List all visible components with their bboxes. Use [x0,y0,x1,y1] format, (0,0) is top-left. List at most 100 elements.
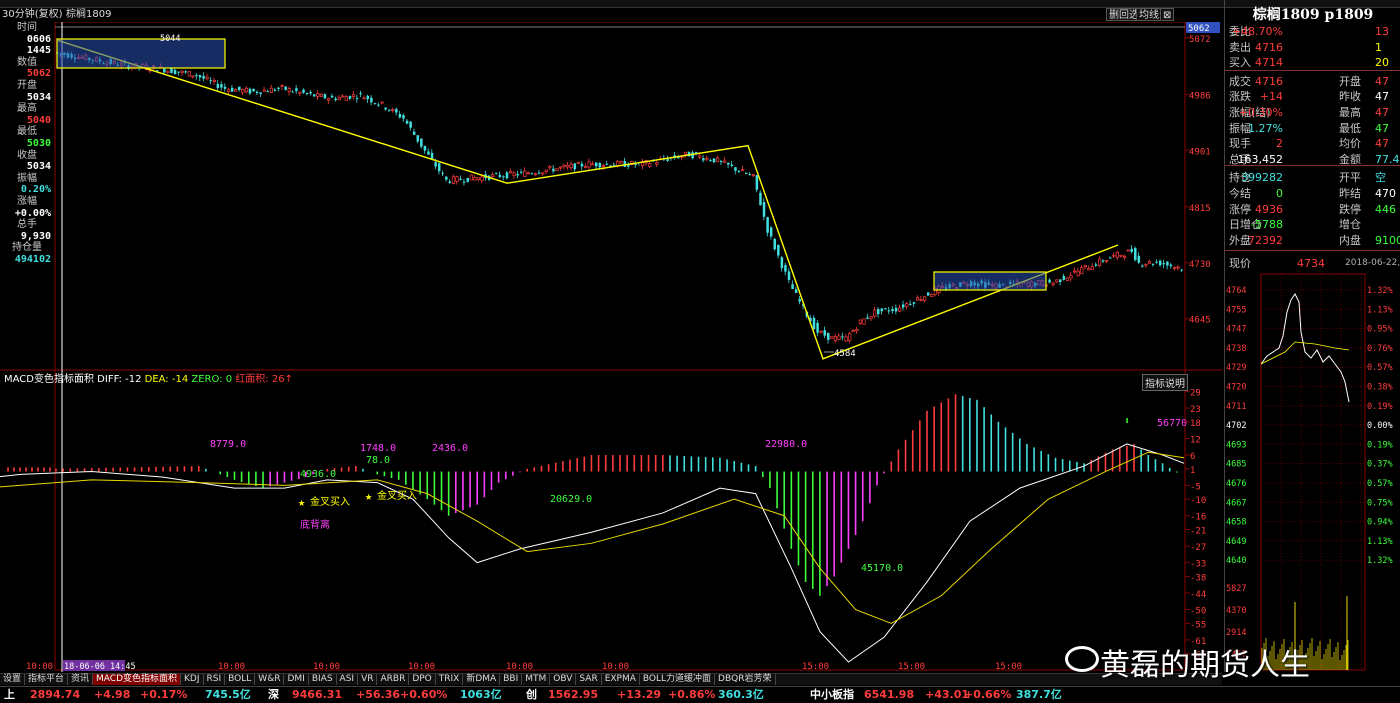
macd-dea: DEA: -14 [144,374,189,385]
candle-body [180,70,184,73]
candle-body [298,91,302,94]
candle-body [634,164,637,166]
candle-body [1065,277,1070,281]
candle-body [334,98,337,101]
status-item: 387.7亿 [1016,688,1062,701]
candle-body [1072,270,1077,273]
macd-axis-label: 1 [1190,466,1195,476]
index-status-bar: 上 2894.74 +4.98 +0.17% 745.5亿深 9466.31 +56.36 +… [0,686,1400,703]
mini-right-label: 0.75% [1367,498,1393,508]
candle-body [508,171,513,174]
candle-body [291,91,295,93]
info-value: 5062 [26,68,51,80]
candle-body [573,163,577,170]
candle-body [355,98,359,100]
candle-body [398,113,402,118]
candle-body [759,192,762,206]
candle-body [366,95,370,100]
candle-body [313,94,316,97]
quote-k2: 最低 [1339,121,1361,135]
tab-22[interactable]: DBQR岩芳荣 [715,674,776,685]
candle-body [1112,254,1116,257]
chart-canvas[interactable]: 8779.0 1748.0 2436.0 78.0 4936.0 20629.0 22980… [0,22,1222,672]
tab-8[interactable]: DMI [284,674,309,685]
tab-1[interactable]: 指标平台 [25,674,69,685]
mini-vol-label: 5827 [1226,584,1246,594]
quote-v2: 47 [1375,106,1389,119]
time-axis-label: 15:00 [802,662,829,672]
candle-body [566,165,570,168]
candle-body [191,75,195,78]
macd-annotation: 56770 [1157,418,1187,429]
candle-body [205,76,209,80]
candle-body [748,174,752,176]
candle-body [409,121,412,128]
candle-body [351,94,356,98]
candle-body [751,174,755,176]
intraday-mini-chart[interactable]: 4764 1.32% 4755 1.13% 4747 0.95% 4738 0.76% 4729… [1225,272,1400,672]
quote-row: 卖出 4716 1 [1227,40,1400,56]
tab-18[interactable]: OBV [550,674,577,685]
tab-20[interactable]: EXPMA [602,674,640,685]
divergence-label: 底背离 [300,518,330,531]
tab-19[interactable]: SAR [576,674,602,685]
tab-6[interactable]: BOLL [225,674,256,685]
mini-left-label: 4640 [1226,556,1246,566]
mini-right-label: 0.57% [1367,479,1393,489]
candle-body [269,87,274,93]
candle-body [387,109,391,111]
dea-line [0,451,1185,624]
period-label[interactable]: 30分钟(复权) [0,8,63,21]
info-label: 开盘 [17,79,37,91]
tab-2[interactable]: 资讯 [68,674,94,685]
candle-body [476,177,481,180]
quote-v2: 47 [1375,121,1389,135]
quote-separator [1225,70,1400,71]
candle-body [784,265,787,272]
indicator-help-button[interactable]: 指标说明 [1142,374,1188,391]
quote-k2: 跌停 [1339,202,1361,216]
tab-5[interactable]: RSI [204,674,226,685]
candle-body [851,330,855,333]
candle-body [502,176,505,178]
tab-7[interactable]: W&R [255,674,285,685]
candle-body [766,217,769,233]
mini-left-label: 4649 [1226,537,1246,547]
quote-row: 日增仓 -5788 增仓 [1227,217,1400,233]
tab-16[interactable]: BBI [500,674,523,685]
status-item: 2894.74 [30,688,81,701]
tab-17[interactable]: MTM [522,674,551,685]
candle-body [830,336,834,339]
moving-average-button[interactable]: 均线 [1136,8,1162,21]
macd-axis-label: -33 [1190,560,1206,570]
candle-body [466,177,470,182]
tab-0[interactable]: 设置 [0,674,26,685]
candle-body [894,307,898,312]
tab-21[interactable]: BOLL力道缓冲面 [640,674,716,685]
candle-body [591,163,595,166]
tab-11[interactable]: VR [358,674,378,685]
mini-vol-label: 4370 [1226,606,1246,616]
quote-k2: 昨收 [1339,90,1361,104]
candle-body [612,164,616,166]
status-item: +43.01 [925,688,970,701]
tab-3[interactable]: MACD变色指标面积 [93,674,182,685]
candle-body [391,109,395,111]
macd-name[interactable]: MACD变色指标面积 [4,374,94,385]
tab-12[interactable]: ARBR [377,674,410,685]
info-label: 涨幅 [17,195,37,207]
close-chart-button[interactable]: ⊠ [1160,8,1175,21]
tab-14[interactable]: TRIX [436,674,464,685]
tab-15[interactable]: 新DMA [463,674,501,685]
tab-13[interactable]: DPO [409,674,436,685]
quote-k: 买入 [1229,56,1251,70]
macd-axis-label: -38 [1190,573,1206,583]
candle-body [1062,276,1066,280]
candle-body [827,332,830,340]
tab-9[interactable]: BIAS [309,674,337,685]
candle-body [912,302,916,304]
quote-k2: 最高 [1339,106,1361,119]
candle-body [537,172,541,174]
tab-4[interactable]: KDJ [181,674,204,685]
tab-10[interactable]: ASI [337,674,359,685]
